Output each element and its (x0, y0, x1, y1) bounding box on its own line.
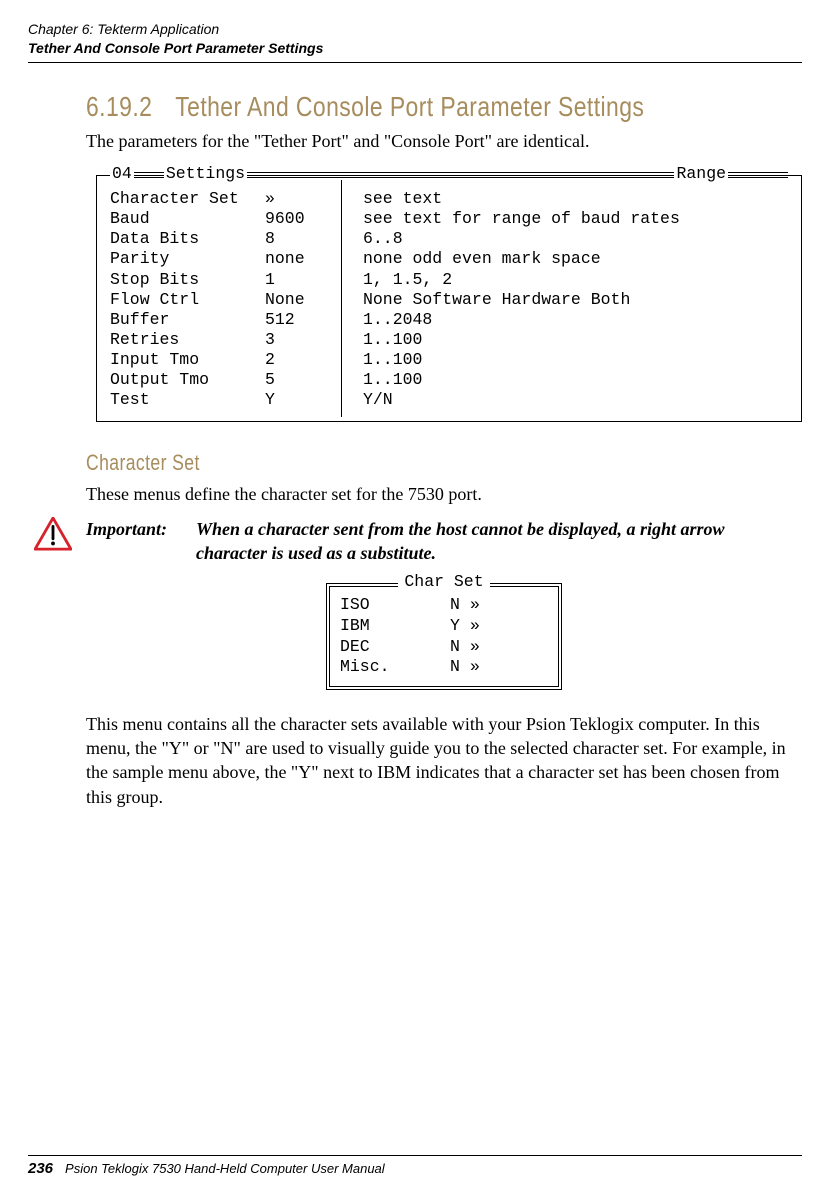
section-intro: The parameters for the "Tether Port" and… (86, 129, 802, 153)
setting-name: Baud (110, 209, 265, 229)
setting-name: Parity (110, 249, 265, 269)
charset-box: Char Set ISON» IBMY» DECN» Misc.N» (326, 583, 562, 690)
setting-value: none (265, 249, 335, 269)
charset-row-name: Misc. (340, 657, 450, 678)
header-chapter: Chapter 6: Tekterm Application (28, 20, 802, 39)
section-title: Tether And Console Port Parameter Settin… (175, 91, 644, 122)
page-footer: 236 Psion Teklogix 7530 Hand-Held Compute… (28, 1155, 802, 1177)
important-body: When a character sent from the host cann… (196, 517, 756, 566)
manual-title: Psion Teklogix 7530 Hand-Held Computer U… (65, 1161, 385, 1176)
page-number: 236 (28, 1160, 53, 1177)
charset-paragraph: This menu contains all the character set… (86, 712, 802, 809)
settings-box: 04 Settings Range Character Set»see text… (96, 175, 802, 422)
charset-row-arrow: » (470, 595, 490, 616)
setting-value: 2 (265, 350, 335, 370)
settings-table: Character Set»see text Baud9600see text … (110, 189, 792, 410)
charset-row-name: IBM (340, 616, 450, 637)
charset-row-arrow: » (470, 657, 490, 678)
warning-icon (34, 517, 72, 551)
charset-row-val: N (450, 637, 470, 658)
header-rule (28, 62, 802, 63)
setting-range: Y/N (335, 390, 792, 410)
charset-row-arrow: » (470, 616, 490, 637)
settings-box-num: 04 (110, 164, 134, 184)
range-label: Range (674, 164, 728, 184)
setting-value: 3 (265, 330, 335, 350)
setting-name: Input Tmo (110, 350, 265, 370)
charset-heading: Character Set (86, 450, 659, 476)
setting-value: Y (265, 390, 335, 410)
setting-value: None (265, 290, 335, 310)
setting-range: 1..2048 (335, 310, 792, 330)
setting-value: 8 (265, 229, 335, 249)
setting-name: Flow Ctrl (110, 290, 265, 310)
section-heading: 6.19.2 Tether And Console Port Parameter … (86, 91, 673, 123)
setting-name: Buffer (110, 310, 265, 330)
setting-value: 512 (265, 310, 335, 330)
charset-row-arrow: » (470, 637, 490, 658)
section-number: 6.19.2 (86, 91, 152, 123)
setting-range: 6..8 (335, 229, 792, 249)
setting-range: none odd even mark space (335, 249, 792, 269)
setting-value: 1 (265, 270, 335, 290)
important-note: Important:When a character sent from the… (34, 517, 802, 566)
charset-box-title: Char Set (398, 572, 489, 593)
charset-row-name: DEC (340, 637, 450, 658)
setting-value: 9600 (265, 209, 335, 229)
charset-row-val: Y (450, 616, 470, 637)
settings-label: Settings (164, 164, 247, 184)
setting-range: 1..100 (335, 370, 792, 390)
setting-name: Stop Bits (110, 270, 265, 290)
charset-row-val: N (450, 657, 470, 678)
charset-intro: These menus define the character set for… (86, 482, 802, 506)
setting-name: Test (110, 390, 265, 410)
charset-row-val: N (450, 595, 470, 616)
setting-value: 5 (265, 370, 335, 390)
setting-range: 1, 1.5, 2 (335, 270, 792, 290)
setting-range: see text (335, 189, 792, 209)
header-section: Tether And Console Port Parameter Settin… (28, 39, 802, 58)
setting-range: None Software Hardware Both (335, 290, 792, 310)
setting-range: 1..100 (335, 330, 792, 350)
charset-row-name: ISO (340, 595, 450, 616)
setting-value: » (265, 189, 335, 209)
setting-name: Data Bits (110, 229, 265, 249)
footer-rule (28, 1155, 802, 1156)
setting-range: 1..100 (335, 350, 792, 370)
setting-name: Retries (110, 330, 265, 350)
setting-name: Character Set (110, 189, 265, 209)
setting-name: Output Tmo (110, 370, 265, 390)
important-label: Important: (86, 517, 196, 541)
setting-range: see text for range of baud rates (335, 209, 792, 229)
